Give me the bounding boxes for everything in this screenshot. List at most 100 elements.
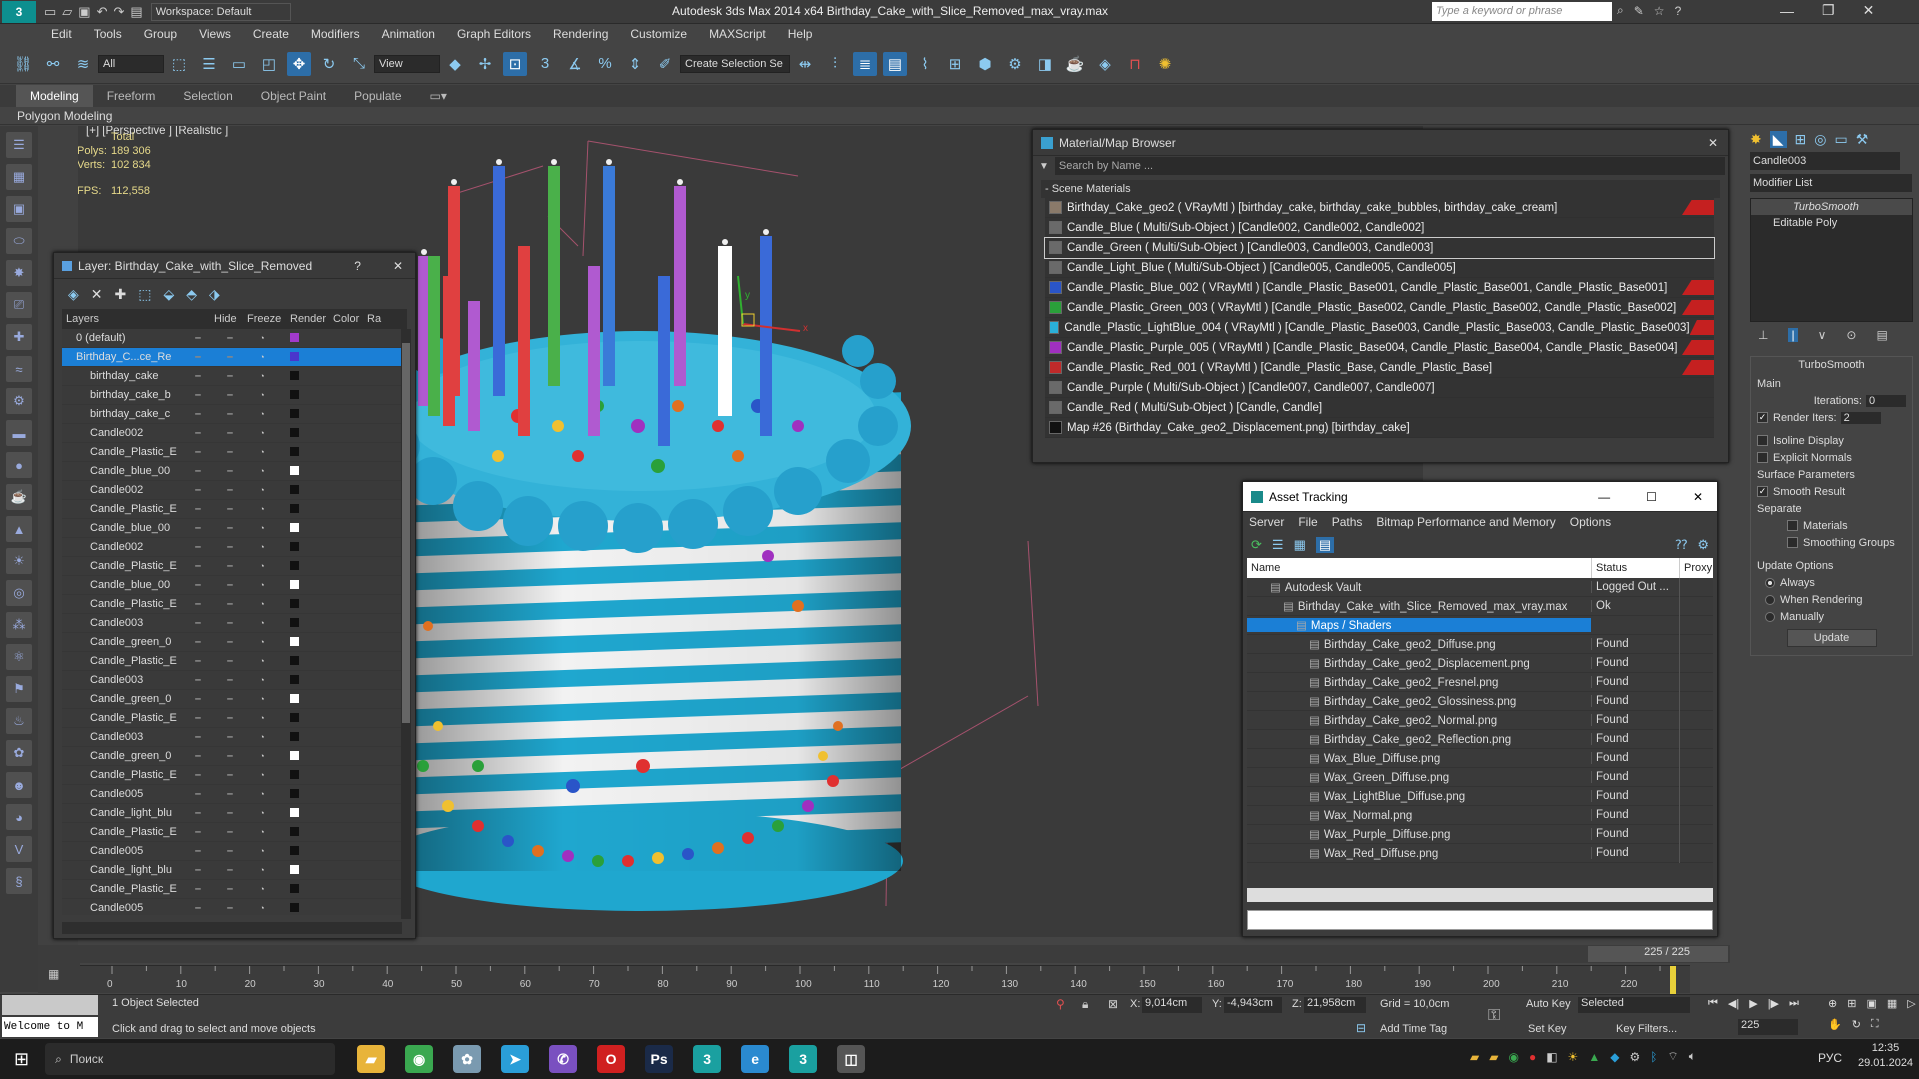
select-in-layer-icon[interactable]: ⬚: [138, 286, 151, 303]
new-layer-icon[interactable]: ◈: [68, 286, 79, 303]
layer-name[interactable]: Candle_green_0: [62, 750, 182, 762]
layer-name[interactable]: birthday_cake: [62, 370, 182, 382]
favorites-icon[interactable]: ☆: [1654, 4, 1665, 18]
col-radiosity[interactable]: Ra: [367, 309, 381, 329]
render-toggle-icon[interactable]: ◔: [246, 732, 278, 742]
layer-name[interactable]: Candle_Plastic_E: [62, 446, 182, 458]
render-iters-spinner[interactable]: 2: [1840, 411, 1881, 424]
viewport-label[interactable]: [+] [Perspective ] [Realistic ]: [86, 126, 228, 137]
layer-name[interactable]: Candle005: [62, 902, 182, 914]
layer-color-swatch[interactable]: [278, 427, 310, 439]
asset-row[interactable]: ▤ Wax_Normal.png Found: [1247, 805, 1713, 825]
isoline-checkbox[interactable]: [1757, 435, 1768, 446]
layer-row[interactable]: Candle005 ━ ━ ◔: [62, 842, 407, 861]
layer-color-swatch[interactable]: [278, 541, 310, 553]
explicit-normals-checkbox[interactable]: [1757, 452, 1768, 463]
table-view-icon[interactable]: ▤: [1315, 537, 1335, 553]
dynamics-icon[interactable]: ⚛: [6, 644, 32, 670]
selection-filter-dropdown[interactable]: All: [98, 54, 164, 73]
render-toggle-icon[interactable]: ◔: [246, 390, 278, 400]
asset-tracking-titlebar[interactable]: Asset Tracking — ☐ ✕: [1243, 482, 1717, 512]
freeze-toggle-icon[interactable]: ━: [214, 789, 246, 800]
manipulate-icon[interactable]: ✢: [473, 52, 497, 76]
asset-menu-server[interactable]: Server: [1249, 515, 1284, 529]
layer-row[interactable]: Candle003 ━ ━ ◔: [62, 614, 407, 633]
hide-toggle-icon[interactable]: ━: [182, 694, 214, 705]
layer-color-swatch[interactable]: [278, 807, 310, 819]
smooth-result-checkbox[interactable]: ✓: [1757, 486, 1768, 497]
layer-color-swatch[interactable]: [278, 864, 310, 876]
link-icon[interactable]: ⛓: [11, 52, 35, 76]
material-item[interactable]: Candle_Light_Blue ( Multi/Sub-Object ) […: [1045, 258, 1714, 278]
asset-row[interactable]: ▤ Birthday_Cake_geo2_Displacement.png Foun…: [1247, 653, 1713, 673]
hide-toggle-icon[interactable]: ━: [182, 466, 214, 477]
pivot-center-icon[interactable]: ◆: [443, 52, 467, 76]
hide-toggle-icon[interactable]: ━: [182, 447, 214, 458]
hide-toggle-icon[interactable]: ━: [182, 884, 214, 895]
material-item[interactable]: Candle_Blue ( Multi/Sub-Object ) [Candle…: [1045, 218, 1714, 238]
material-item[interactable]: Candle_Plastic_Blue_002 ( VRayMtl ) [Can…: [1045, 278, 1714, 298]
layer-color-swatch[interactable]: [278, 598, 310, 610]
layer-color-swatch[interactable]: [278, 560, 310, 572]
taskbar-search[interactable]: ⌕ Поиск: [45, 1043, 336, 1075]
graphite-toggle-icon[interactable]: ▤: [883, 51, 907, 76]
hide-toggle-icon[interactable]: ━: [182, 656, 214, 667]
object-name-field[interactable]: Candle003: [1750, 152, 1900, 170]
taskbar-app-3dsmax-active-icon[interactable]: 3: [789, 1045, 818, 1073]
hide-toggle-icon[interactable]: ━: [182, 808, 214, 819]
when-rendering-radio[interactable]: [1765, 594, 1775, 605]
hide-toggle-icon[interactable]: ━: [182, 371, 214, 382]
col-layers[interactable]: Layers: [62, 309, 214, 329]
tray-app-4-icon[interactable]: ●: [1529, 1050, 1536, 1064]
freeze-toggle-icon[interactable]: ━: [214, 808, 246, 819]
window-crossing-icon[interactable]: ◰: [257, 52, 281, 76]
sphere-icon[interactable]: ●: [6, 452, 32, 478]
render-toggle-icon[interactable]: ◔: [246, 371, 278, 381]
asset-row[interactable]: ▤ Wax_Purple_Diffuse.png Found: [1247, 824, 1713, 844]
render-toggle-icon[interactable]: ◔: [246, 751, 278, 761]
lock-selection-icon[interactable]: 🔒︎: [1082, 997, 1088, 1012]
asset-close-icon[interactable]: ✕: [1693, 482, 1703, 512]
render-toggle-icon[interactable]: ◔: [246, 618, 278, 628]
col-render[interactable]: Render: [290, 309, 333, 329]
polygon-modeling-label[interactable]: Polygon Modeling: [0, 107, 112, 125]
hide-toggle-icon[interactable]: ━: [182, 390, 214, 401]
helper-icon[interactable]: ✚: [6, 324, 32, 350]
render-icon[interactable]: ◕: [6, 804, 32, 830]
layer-name[interactable]: Candle_Plastic_E: [62, 503, 182, 515]
asset-settings-icon[interactable]: ⚙: [1697, 537, 1709, 553]
reference-coord-dropdown[interactable]: View: [374, 54, 440, 73]
render-toggle-icon[interactable]: ◔: [246, 656, 278, 666]
layer-name[interactable]: Candle_Plastic_E: [62, 712, 182, 724]
layer-row[interactable]: Candle005 ━ ━ ◔: [62, 785, 407, 804]
hide-toggle-icon[interactable]: ━: [182, 504, 214, 515]
layer-name[interactable]: Candle_Plastic_E: [62, 826, 182, 838]
motion-tab-icon[interactable]: ◎: [1814, 131, 1826, 148]
hide-toggle-icon[interactable]: ━: [182, 333, 214, 344]
menu-modifiers[interactable]: Modifiers: [300, 24, 371, 44]
render-toggle-icon[interactable]: ◔: [246, 675, 278, 685]
freeze-toggle-icon[interactable]: ━: [214, 827, 246, 838]
taskbar-app-explorer-icon[interactable]: ▰: [357, 1045, 386, 1073]
menu-rendering[interactable]: Rendering: [542, 24, 619, 44]
open-file-icon[interactable]: ▱: [62, 4, 72, 20]
layer-row[interactable]: birthday_cake_b ━ ━ ◔: [62, 386, 407, 405]
render-toggle-icon[interactable]: ◔: [246, 523, 278, 533]
freeze-toggle-icon[interactable]: ━: [214, 599, 246, 610]
freeze-toggle-icon[interactable]: ━: [214, 561, 246, 572]
key-mode-dropdown[interactable]: Selected: [1578, 997, 1690, 1013]
taskbar-app-photoshop-icon[interactable]: Ps: [645, 1045, 674, 1073]
track-bar[interactable]: 0 10 20 30 40 50 60 70 80 90 100 110 120 130 140 150 160…: [80, 965, 1690, 994]
freeze-toggle-icon[interactable]: ━: [214, 903, 246, 914]
tray-app-8-icon[interactable]: ◆: [1610, 1050, 1619, 1064]
select-by-name-icon[interactable]: ☰: [197, 52, 221, 76]
box-icon[interactable]: ▣: [6, 196, 32, 222]
light-icon[interactable]: ✸: [6, 260, 32, 286]
layer-row[interactable]: 0 (default) ━ ━ ◔: [62, 329, 407, 348]
zoom-extents-all-icon[interactable]: ▦: [1887, 997, 1897, 1010]
freeze-toggle-icon[interactable]: ━: [214, 770, 246, 781]
render-toggle-icon[interactable]: ◔: [246, 865, 278, 875]
render-toggle-icon[interactable]: ◔: [246, 409, 278, 419]
hide-toggle-icon[interactable]: ━: [182, 409, 214, 420]
close-icon[interactable]: ✕: [1863, 2, 1875, 19]
